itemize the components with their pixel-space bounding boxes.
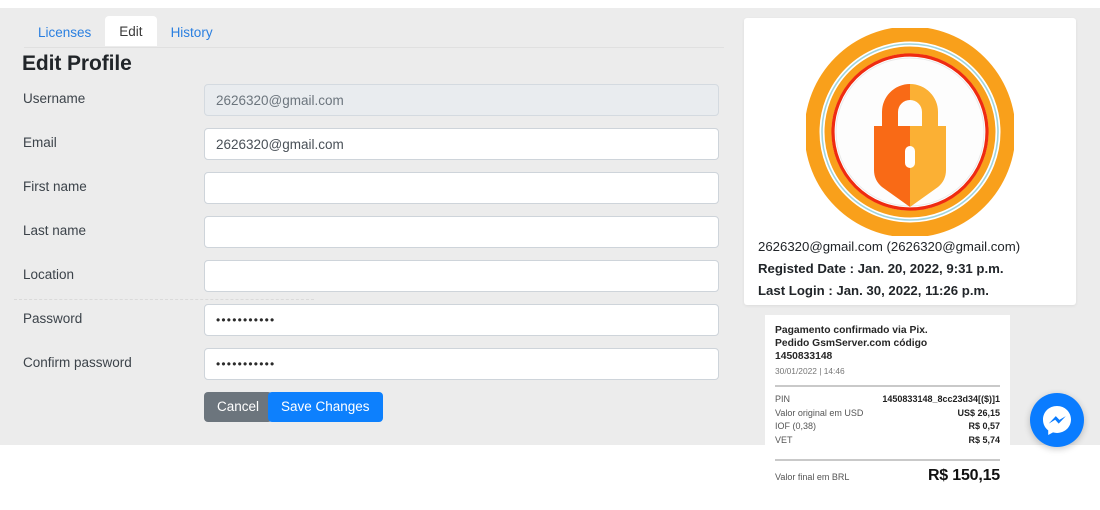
avatar [804, 26, 1016, 238]
receipt-order-code: 1450833148 [775, 351, 833, 362]
tab-edit[interactable]: Edit [105, 15, 157, 46]
form-row-last-name: Last name [0, 216, 740, 260]
form-row-email: Email [0, 128, 740, 172]
label-first-name: First name [23, 179, 87, 194]
profile-summary-panel: 2626320@gmail.com (2626320@gmail.com) Re… [744, 18, 1076, 305]
receipt-datetime: 30/01/2022 | 14:46 [775, 366, 845, 376]
tab-licenses[interactable]: Licenses [24, 18, 105, 47]
receipt-label-pin: PIN [775, 394, 791, 404]
tab-divider [24, 47, 724, 48]
receipt-value-vet: R$ 5,74 [968, 434, 1000, 445]
receipt-value-usd: US$ 26,15 [957, 407, 1000, 418]
confirm-password-input[interactable] [204, 348, 719, 380]
payment-receipt: Pagamento confirmado via Pix. Pedido Gsm… [765, 315, 1010, 510]
label-confirm-password: Confirm password [23, 355, 132, 370]
app-page: Licenses Edit History Edit Profile Usern… [0, 0, 1100, 510]
label-location: Location [23, 267, 75, 282]
username-input [204, 84, 719, 116]
form-row-first-name: First name [0, 172, 740, 216]
label-email: Email [23, 135, 57, 150]
email-input[interactable] [204, 128, 719, 160]
receipt-value-iof: R$ 0,57 [968, 421, 1000, 431]
profile-last-login: Last Login : Jan. 30, 2022, 11:26 p.m. [758, 283, 989, 298]
password-input[interactable] [204, 304, 719, 336]
messenger-chat-button[interactable] [1030, 393, 1084, 447]
lock-avatar-icon [804, 26, 1016, 238]
save-changes-button[interactable]: Save Changes [268, 392, 383, 422]
receipt-divider-total [775, 459, 1000, 461]
label-last-name: Last name [23, 223, 87, 238]
form-row-username: Username [0, 84, 740, 128]
profile-registered-date: Registed Date : Jan. 20, 2022, 9:31 p.m. [758, 261, 1004, 276]
panel-separator [14, 299, 314, 300]
receipt-divider-top [775, 385, 1000, 387]
edit-profile-form: Username Email First name Last name Loca… [0, 84, 740, 432]
receipt-title-line1: Pagamento confirmado via Pix. [775, 325, 928, 336]
receipt-row-total: Valor final em BRL R$ 150,15 [775, 467, 1000, 485]
receipt-label-vet: VET [775, 434, 793, 445]
profile-info: 2626320@gmail.com (2626320@gmail.com) Re… [758, 236, 1068, 302]
last-name-input[interactable] [204, 216, 719, 248]
receipt-value-total: R$ 150,15 [927, 467, 1000, 484]
location-input[interactable] [204, 260, 719, 292]
receipt-value-pin: 1450833148_8cc23d34[($)]1 [882, 394, 1000, 404]
messenger-icon [1043, 406, 1071, 435]
receipt-title-line2: Pedido GsmServer.com código [775, 338, 928, 349]
first-name-input[interactable] [204, 172, 719, 204]
form-actions: Cancel Save Changes [0, 392, 740, 432]
cancel-button[interactable]: Cancel [204, 392, 273, 422]
receipt-row-usd: Valor original em USD US$ 26,15 [775, 407, 1000, 421]
profile-identity: 2626320@gmail.com (2626320@gmail.com) [758, 239, 1021, 254]
page-title: Edit Profile [22, 52, 132, 75]
receipt-label-total: Valor final em BRL [775, 472, 850, 482]
label-password: Password [23, 311, 83, 326]
receipt-row-pin: PIN 1450833148_8cc23d34[($)]1 [775, 393, 1000, 407]
tab-history[interactable]: History [157, 18, 227, 47]
receipt-row-iof: IOF (0,38) R$ 0,57 [775, 420, 1000, 434]
receipt-row-vet: VET R$ 5,74 [775, 434, 1000, 448]
receipt-label-usd: Valor original em USD [775, 407, 864, 418]
form-row-location: Location [0, 260, 740, 304]
profile-tabs: Licenses Edit History [24, 12, 227, 46]
form-row-password: Password [0, 304, 740, 348]
receipt-label-iof: IOF (0,38) [775, 421, 817, 431]
label-username: Username [23, 91, 86, 106]
form-row-confirm-password: Confirm password [0, 348, 740, 392]
